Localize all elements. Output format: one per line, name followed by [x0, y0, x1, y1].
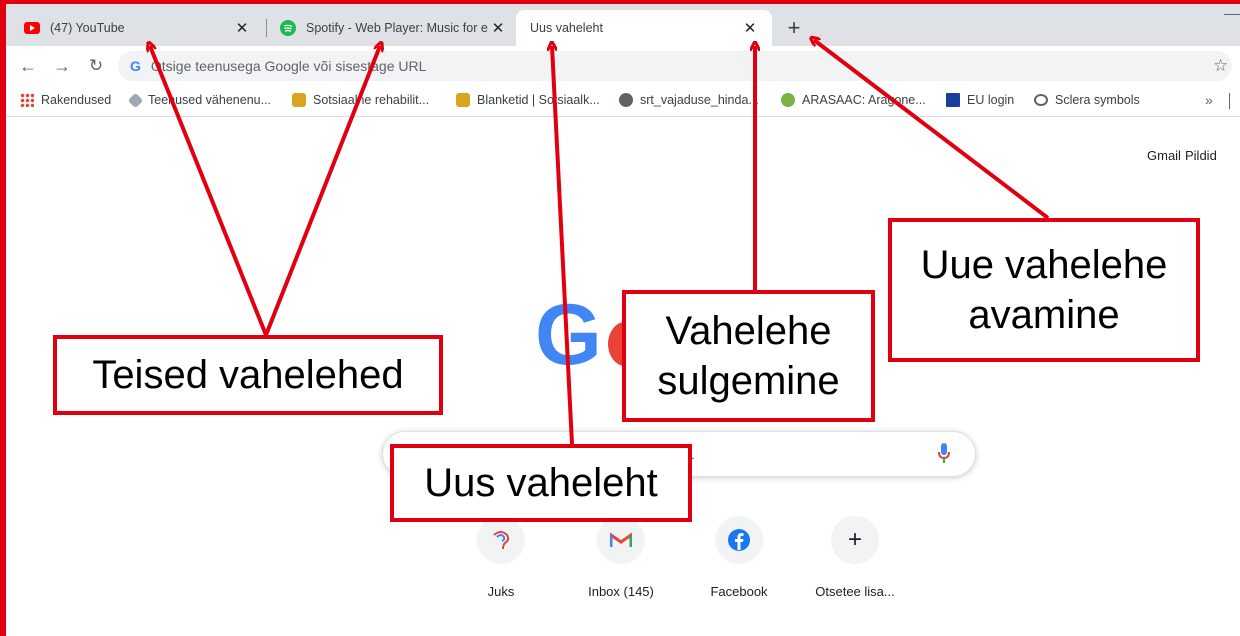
bookmark-label: Sotsiaalne rehabilit...	[313, 93, 430, 107]
shortcut-add[interactable]: + Otsetee lisa...	[799, 516, 911, 599]
bookmark-star-icon[interactable]: ☆	[1213, 56, 1228, 76]
bookmark-icon	[127, 92, 144, 108]
minimize-window-icon[interactable]	[1224, 14, 1240, 15]
annotation-frame-left	[0, 0, 6, 636]
bookmark-blanketid[interactable]: Blanketid | Sotsiaalk...	[456, 93, 600, 107]
annotation-close-tab-line1: Vahelehe	[665, 309, 832, 353]
bookmark-label: Teenused vähenenu...	[148, 93, 272, 107]
shortcut-label: Otsetee lisa...	[815, 584, 895, 599]
annotation-open-new-tab: Uue vahelehe avamine	[888, 218, 1200, 362]
browser-toolbar: ← → ↻ G Otsige teenusega Google või sise…	[0, 46, 1240, 86]
address-bar-placeholder: Otsige teenusega Google või sisestage UR…	[150, 58, 427, 74]
close-tab-icon[interactable]: ✕	[232, 18, 252, 38]
close-tab-icon[interactable]: ✕	[488, 18, 508, 38]
tab-youtube[interactable]: (47) YouTube ✕	[10, 10, 264, 46]
shortcut-facebook[interactable]: Facebook	[683, 516, 795, 599]
juks-icon	[477, 516, 525, 564]
eu-flag-icon	[946, 93, 960, 107]
bookmarks-separator	[1229, 93, 1230, 109]
annotation-open-new-tab-line1: Uue vahelehe	[920, 243, 1168, 287]
google-g-icon: G	[130, 58, 141, 74]
bookmark-label: Blanketid | Sotsiaalk...	[477, 93, 600, 107]
shortcut-label: Juks	[487, 584, 515, 599]
shortcut-label: Inbox (145)	[588, 584, 654, 599]
bookmarks-more-icon[interactable]: »	[1205, 92, 1213, 108]
annotation-close-tab: Vahelehe sulgemine	[622, 290, 875, 422]
tab-strip: (47) YouTube ✕ Spotify - Web Player: Mus…	[0, 0, 1240, 46]
bookmark-apps[interactable]: Rakendused	[20, 93, 111, 107]
tab-new-tab-active[interactable]: Uus vaheleht ✕	[516, 10, 772, 46]
forward-arrow-icon[interactable]: →	[50, 54, 74, 78]
tab-title: (47) YouTube	[50, 21, 125, 35]
bookmark-arasaac[interactable]: ARASAAC: Aragone...	[781, 93, 926, 107]
bookmark-label: Rakendused	[41, 93, 112, 107]
bookmark-label: EU login	[967, 93, 1015, 107]
shortcut-juks[interactable]: Juks	[445, 516, 557, 599]
globe-icon	[619, 93, 633, 107]
annotation-open-new-tab-line2: avamine	[968, 293, 1120, 337]
microphone-icon[interactable]	[938, 443, 950, 465]
bookmark-teenused[interactable]: Teenused vähenenu...	[127, 92, 272, 108]
bookmark-sotsiaalne[interactable]: Sotsiaalne rehabilit...	[292, 93, 429, 107]
youtube-icon	[24, 20, 40, 36]
annotation-other-tabs: Teised vahelehed	[53, 335, 443, 415]
tab-spotify[interactable]: Spotify - Web Player: Music for e ✕	[266, 10, 520, 46]
annotation-new-tab: Uus vaheleht	[390, 444, 692, 522]
back-arrow-icon[interactable]: ←	[16, 54, 40, 78]
estonia-crest-icon	[292, 93, 306, 107]
tab-title: Spotify - Web Player: Music for e	[306, 21, 488, 35]
eye-icon	[1034, 94, 1048, 106]
annotation-close-tab-line2: sulgemine	[657, 359, 840, 403]
images-link[interactable]: Pildid	[1185, 148, 1217, 163]
address-bar[interactable]: G Otsige teenusega Google või sisestage …	[118, 51, 1232, 81]
bookmark-label: ARASAAC: Aragone...	[802, 93, 926, 107]
estonia-crest-icon	[456, 93, 470, 107]
plus-icon: +	[831, 516, 879, 564]
bookmark-label: srt_vajaduse_hinda...	[640, 93, 759, 107]
google-logo: G	[535, 287, 602, 383]
spotify-icon	[280, 20, 296, 36]
bookmark-sclera[interactable]: Sclera symbols	[1034, 93, 1140, 107]
bookmark-eu-login[interactable]: EU login	[946, 93, 1014, 107]
gmail-link[interactable]: Gmail	[1147, 148, 1181, 163]
shortcut-label: Facebook	[710, 584, 768, 599]
bookmark-label: Sclera symbols	[1055, 93, 1140, 107]
arasaac-icon	[781, 93, 795, 107]
new-tab-button[interactable]: +	[782, 15, 806, 40]
tab-title: Uus vaheleht	[530, 21, 603, 35]
reload-icon[interactable]: ↻	[84, 54, 108, 78]
apps-grid-icon	[20, 93, 34, 107]
shortcut-inbox[interactable]: Inbox (145)	[565, 516, 677, 599]
gmail-icon	[597, 516, 645, 564]
bookmarks-bar: Rakendused Teenused vähenenu... Sotsiaal…	[0, 86, 1240, 117]
bookmark-srt[interactable]: srt_vajaduse_hinda...	[619, 93, 759, 107]
facebook-icon	[715, 516, 763, 564]
close-tab-icon[interactable]: ✕	[740, 18, 760, 38]
